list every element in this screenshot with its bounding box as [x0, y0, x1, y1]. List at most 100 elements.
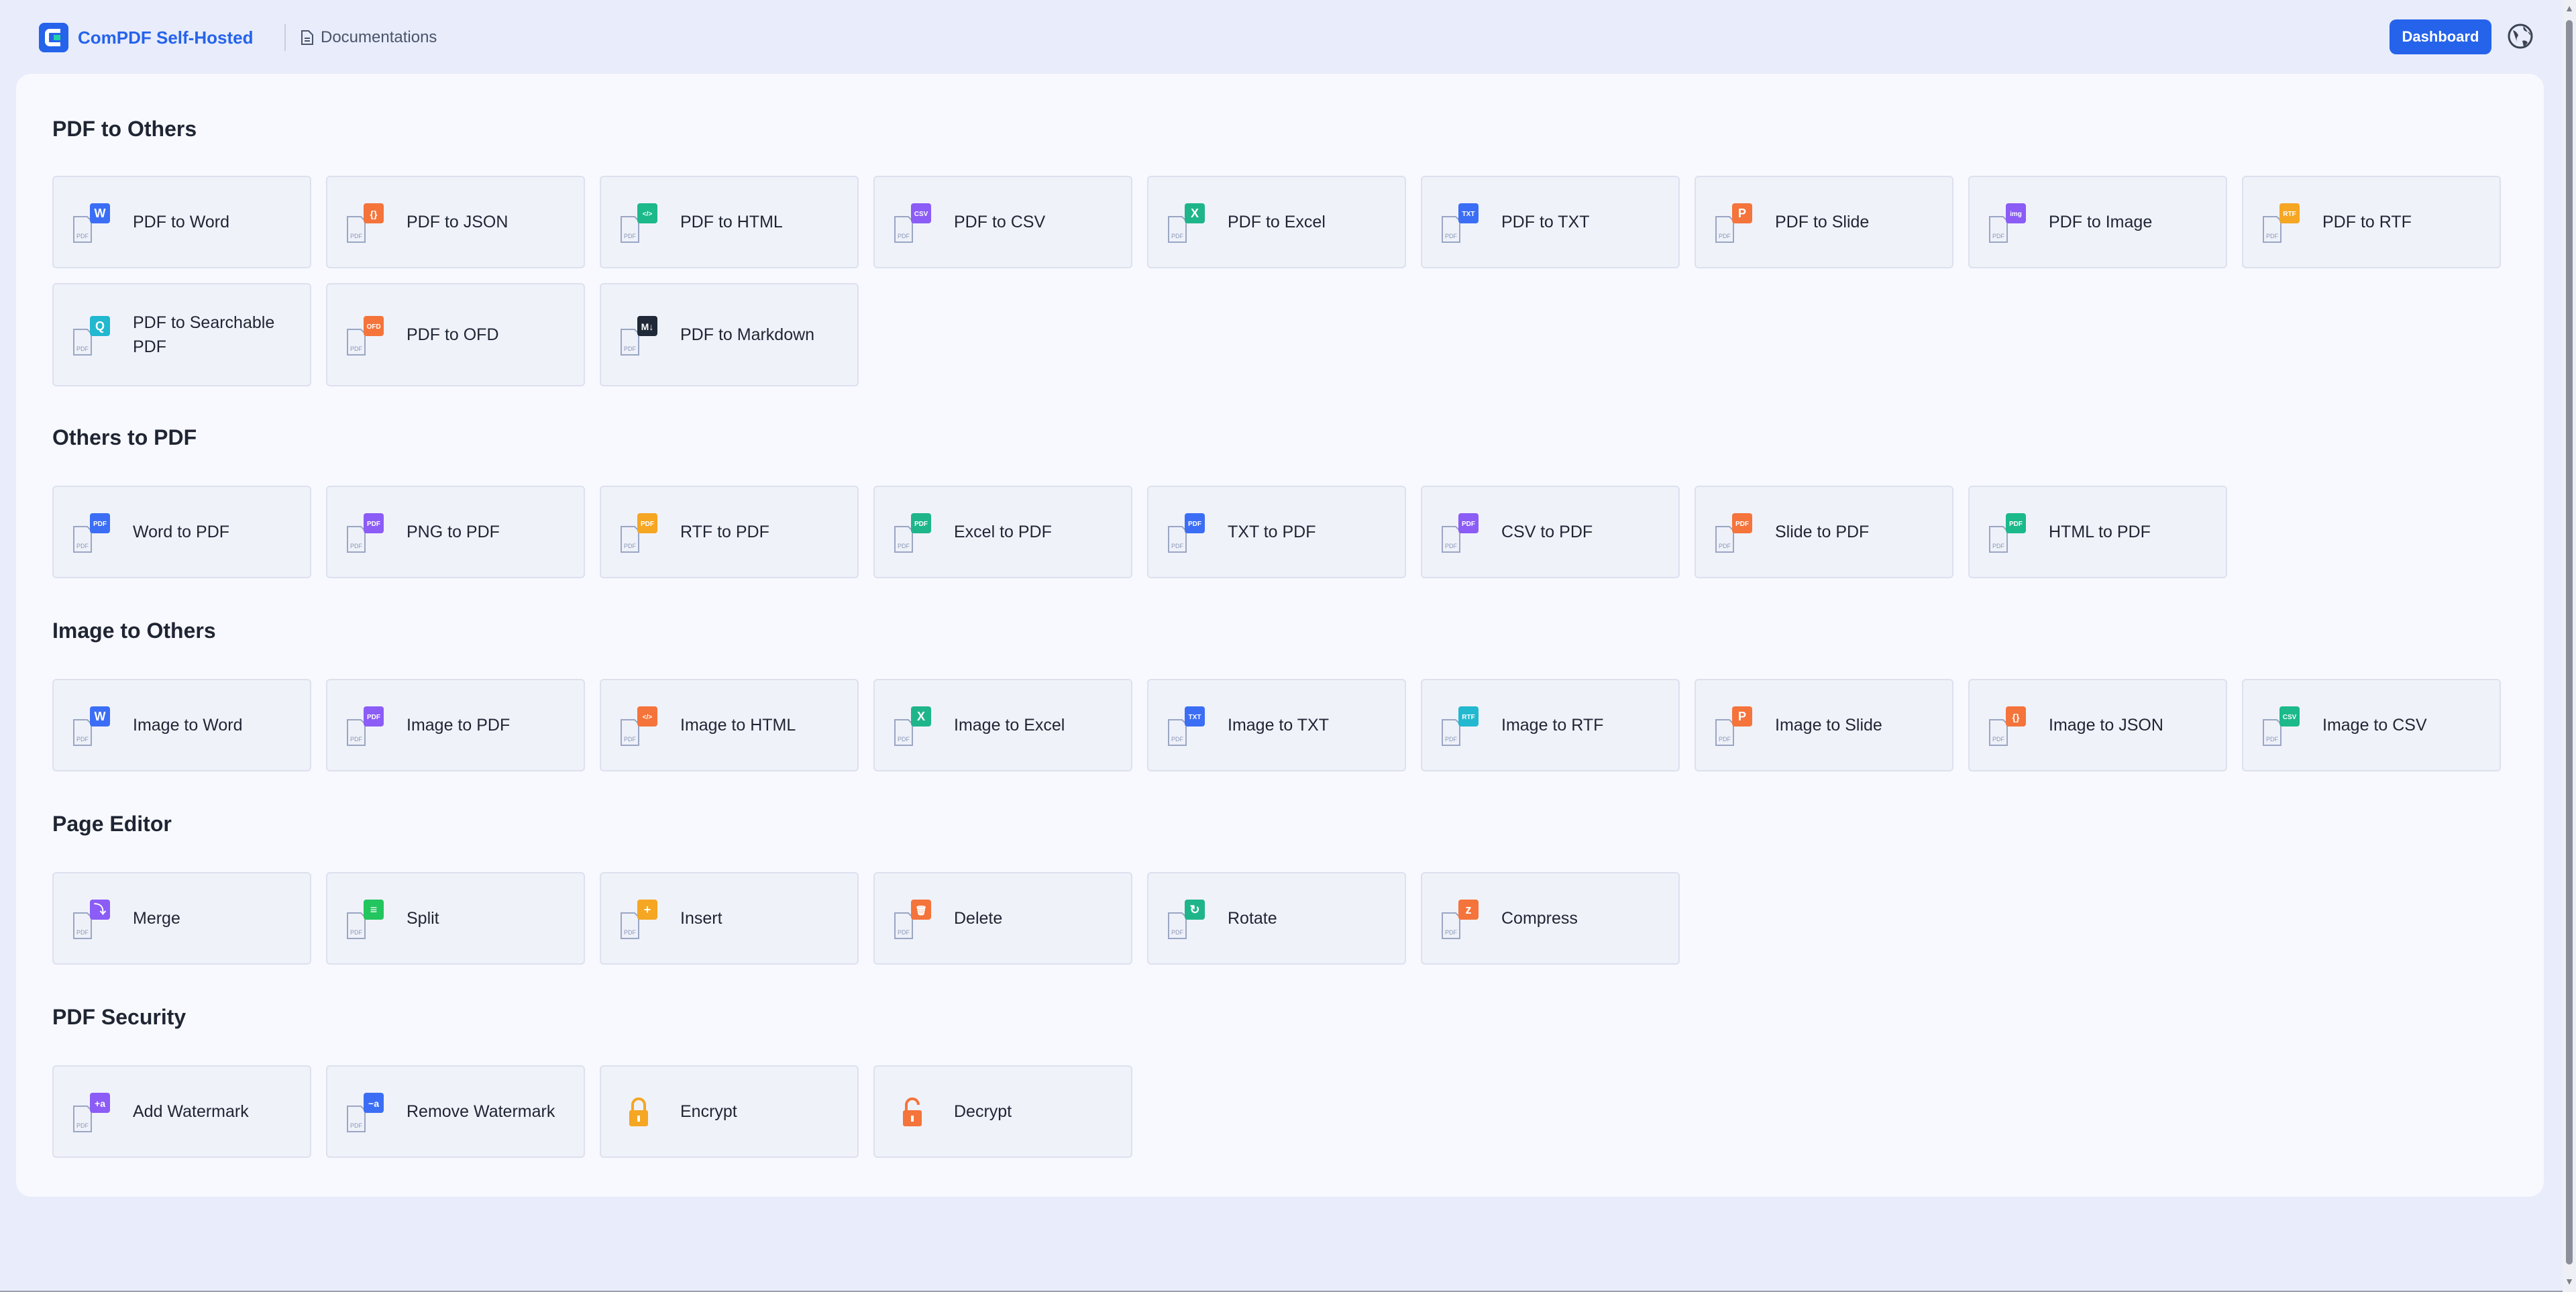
tool-card-split[interactable]: PDF ≡ Split: [326, 872, 585, 965]
svg-text:CSV: CSV: [2283, 714, 2297, 721]
tool-card-label: Image to RTF: [1501, 716, 1604, 735]
svg-text:PDF: PDF: [350, 736, 363, 743]
brand-name[interactable]: ComPDF Self-Hosted: [78, 24, 253, 51]
svg-text:P: P: [1738, 710, 1746, 723]
tool-card-slide-to-pdf[interactable]: PDF PDF Slide to PDF: [1695, 486, 1953, 578]
tool-card-image-to-rtf[interactable]: PDF RTF Image to RTF: [1421, 679, 1680, 771]
tool-card-pdf-to-excel[interactable]: PDF X PDF to Excel: [1147, 176, 1406, 268]
tool-card-label: PDF to CSV: [954, 213, 1046, 231]
svg-text:−a: −a: [368, 1098, 379, 1109]
globe-icon[interactable]: [2506, 22, 2534, 50]
tool-card-txt-to-pdf[interactable]: PDF PDF TXT to PDF: [1147, 486, 1406, 578]
tool-card-label: Excel to PDF: [954, 523, 1052, 541]
tool-card-label: Split: [407, 909, 439, 928]
tool-card-image-to-pdf[interactable]: PDF PDF Image to PDF: [326, 679, 585, 771]
dashboard-button[interactable]: Dashboard: [2390, 19, 2491, 54]
slide-to-pdf-icon: PDF PDF: [1715, 513, 1752, 553]
image-to-json-icon: PDF {}: [1989, 706, 2026, 746]
image-to-pdf-icon: PDF PDF: [347, 706, 384, 746]
tool-card-pdf-to-csv[interactable]: PDF CSV PDF to CSV: [873, 176, 1132, 268]
svg-text:⤵: ⤵: [94, 902, 107, 916]
svg-text:PDF: PDF: [1992, 233, 2005, 239]
tool-card-pdf-to-word[interactable]: PDF W PDF to Word: [52, 176, 311, 268]
tool-card-image-to-excel[interactable]: PDF X Image to Excel: [873, 679, 1132, 771]
svg-text:PDF: PDF: [1445, 233, 1458, 239]
tool-card-label: Slide to PDF: [1775, 523, 1870, 541]
section-title-others-to-pdf: Others to PDF: [52, 425, 197, 449]
svg-text:PDF: PDF: [624, 543, 637, 549]
header-divider: [284, 24, 286, 51]
documentations-label: Documentations: [321, 28, 437, 46]
tool-card-label: CSV to PDF: [1501, 523, 1593, 541]
tool-card-merge[interactable]: PDF ⤵ Merge: [52, 872, 311, 965]
pdf-to-excel-icon: PDF X: [1168, 203, 1205, 243]
tool-card-label: Merge: [133, 909, 180, 928]
svg-text:PDF: PDF: [1188, 521, 1201, 528]
svg-text:PDF: PDF: [76, 1122, 89, 1129]
svg-text:+: +: [644, 903, 651, 916]
documentations-link[interactable]: Documentations: [301, 24, 437, 51]
tool-card-label: Image to Word: [133, 716, 243, 735]
tool-card-label: Image to Slide: [1775, 716, 1882, 735]
tool-card-add-watermark[interactable]: PDF +a Add Watermark: [52, 1065, 311, 1158]
delete-icon: PDF 🗑: [894, 900, 931, 939]
add-watermark-icon: PDF +a: [73, 1093, 110, 1132]
html-to-pdf-icon: PDF PDF: [1989, 513, 2026, 553]
scroll-down-arrow-icon[interactable]: ▼: [2564, 1276, 2575, 1287]
scrollbar-thumb[interactable]: [2566, 20, 2573, 1264]
scroll-up-arrow-icon[interactable]: ▲: [2564, 3, 2575, 13]
svg-text:PDF: PDF: [1462, 521, 1475, 528]
tool-card-pdf-to-image[interactable]: PDF img PDF to Image: [1968, 176, 2227, 268]
tool-card-pdf-to-json[interactable]: PDF {} PDF to JSON: [326, 176, 585, 268]
tool-card-remove-watermark[interactable]: PDF −a Remove Watermark: [326, 1065, 585, 1158]
tool-card-label: Compress: [1501, 909, 1578, 928]
tool-card-image-to-json[interactable]: PDF {} Image to JSON: [1968, 679, 2227, 771]
tool-card-pdf-to-slide[interactable]: PDF P PDF to Slide: [1695, 176, 1953, 268]
tool-card-label: PDF to TXT: [1501, 213, 1590, 231]
pdf-to-image-icon: PDF img: [1989, 203, 2026, 243]
tool-card-pdf-to-txt[interactable]: PDF TXT PDF to TXT: [1421, 176, 1680, 268]
svg-text:PDF: PDF: [898, 736, 910, 743]
tool-card-pdf-to-ofd[interactable]: PDF OFD PDF to OFD: [326, 283, 585, 386]
rtf-to-pdf-icon: PDF PDF: [621, 513, 657, 553]
tool-card-excel-to-pdf[interactable]: PDF PDF Excel to PDF: [873, 486, 1132, 578]
tool-card-pdf-to-markdown[interactable]: PDF M↓ PDF to Markdown: [600, 283, 859, 386]
tool-card-rotate[interactable]: PDF ↻ Rotate: [1147, 872, 1406, 965]
tool-card-word-to-pdf[interactable]: PDF PDF Word to PDF: [52, 486, 311, 578]
tool-card-image-to-slide[interactable]: PDF P Image to Slide: [1695, 679, 1953, 771]
tool-card-compress[interactable]: PDF z Compress: [1421, 872, 1680, 965]
svg-text:PDF: PDF: [2009, 521, 2023, 528]
tool-card-image-to-html[interactable]: PDF </> Image to HTML: [600, 679, 859, 771]
pdf-to-csv-icon: PDF CSV: [894, 203, 931, 243]
tool-card-pdf-to-searchable-pdf[interactable]: PDF Q PDF to Searchable PDF: [52, 283, 311, 386]
tool-card-rtf-to-pdf[interactable]: PDF PDF RTF to PDF: [600, 486, 859, 578]
svg-text:{}: {}: [370, 209, 378, 219]
svg-text:X: X: [1191, 207, 1199, 220]
tool-card-decrypt[interactable]: Decrypt: [873, 1065, 1132, 1158]
tool-card-pdf-to-html[interactable]: PDF </> PDF to HTML: [600, 176, 859, 268]
tool-card-label: PDF to Searchable PDF: [133, 313, 275, 356]
tool-card-image-to-txt[interactable]: PDF TXT Image to TXT: [1147, 679, 1406, 771]
compdf-logo-icon[interactable]: [38, 21, 70, 54]
tool-card-encrypt[interactable]: Encrypt: [600, 1065, 859, 1158]
svg-text:PDF: PDF: [1171, 233, 1184, 239]
txt-to-pdf-icon: PDF PDF: [1168, 513, 1205, 553]
tool-card-pdf-to-rtf[interactable]: PDF RTF PDF to RTF: [2242, 176, 2501, 268]
tool-card-label: TXT to PDF: [1228, 523, 1316, 541]
tool-card-csv-to-pdf[interactable]: PDF PDF CSV to PDF: [1421, 486, 1680, 578]
tool-card-label: PDF to Image: [2049, 213, 2153, 231]
tool-card-image-to-csv[interactable]: PDF CSV Image to CSV: [2242, 679, 2501, 771]
tool-card-label: PDF to Slide: [1775, 213, 1870, 231]
merge-icon: PDF ⤵: [73, 900, 110, 939]
rotate-icon: PDF ↻: [1168, 900, 1205, 939]
tool-card-png-to-pdf[interactable]: PDF PDF PNG to PDF: [326, 486, 585, 578]
tool-card-label: Rotate: [1228, 909, 1277, 928]
svg-text:🗑: 🗑: [915, 905, 927, 916]
tool-card-delete[interactable]: PDF 🗑 Delete: [873, 872, 1132, 965]
tool-card-insert[interactable]: PDF + Insert: [600, 872, 859, 965]
tool-card-html-to-pdf[interactable]: PDF PDF HTML to PDF: [1968, 486, 2227, 578]
tool-card-image-to-word[interactable]: PDF W Image to Word: [52, 679, 311, 771]
svg-text:PDF: PDF: [898, 233, 910, 239]
svg-text:PDF: PDF: [624, 929, 637, 936]
svg-text:PDF: PDF: [914, 521, 928, 528]
